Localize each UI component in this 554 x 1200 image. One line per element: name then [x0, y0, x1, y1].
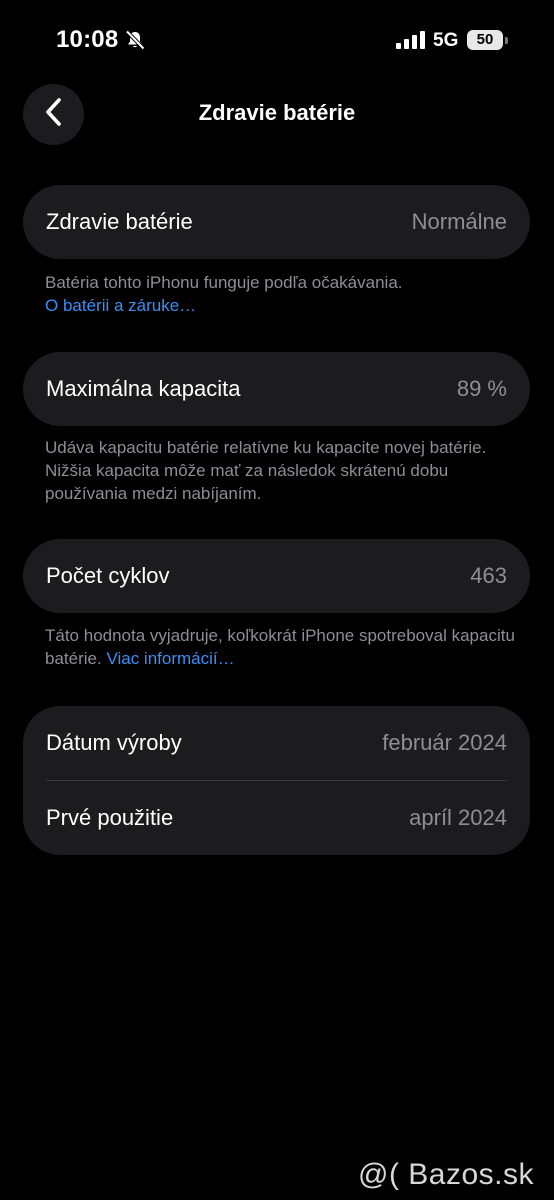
signal-icon: [396, 31, 426, 49]
battery-health-label: Zdravie batérie: [46, 209, 193, 234]
max-capacity-value: 89 %: [456, 376, 507, 401]
watermark: @( Bazos.sk: [358, 1158, 534, 1191]
more-info-link[interactable]: Viac informácií…: [106, 649, 234, 668]
network-type: 5G: [433, 30, 459, 51]
page-title: Zdravie batérie: [198, 100, 356, 125]
max-capacity-row: Maximálna kapacita 89 %: [23, 352, 530, 426]
battery-health-row: Zdravie batérie Normálne: [23, 185, 530, 259]
status-bar: 10:08 5G 50: [0, 0, 554, 84]
battery-health-note: Batéria tohto iPhonu funguje podľa očaká…: [45, 271, 515, 317]
battery-warranty-link[interactable]: O batérii a záruke…: [45, 296, 196, 315]
manufacture-date-row: Dátum výroby február 2024: [23, 706, 530, 780]
battery-nub: [505, 37, 508, 44]
battery-health-note-text: Batéria tohto iPhonu funguje podľa očaká…: [45, 273, 403, 292]
first-use-row: Prvé použitie apríl 2024: [23, 781, 530, 855]
first-use-value: apríl 2024: [409, 805, 507, 830]
cycle-count-note: Táto hodnota vyjadruje, koľkokrát iPhone…: [45, 624, 515, 670]
cycle-count-label: Počet cyklov: [46, 563, 170, 588]
max-capacity-label: Maximálna kapacita: [46, 376, 241, 401]
status-time: 10:08: [56, 26, 119, 53]
max-capacity-note: Udáva kapacitu batérie relatívne ku kapa…: [45, 438, 487, 503]
dates-card: Dátum výroby február 2024 Prvé použitie …: [23, 706, 530, 855]
battery-health-card: Zdravie batérie Normálne: [23, 185, 530, 259]
manufacture-date-label: Dátum výroby: [46, 730, 182, 755]
max-capacity-card: Maximálna kapacita 89 %: [23, 352, 530, 426]
first-use-label: Prvé použitie: [46, 805, 174, 830]
battery-icon: 50: [467, 30, 503, 50]
battery-health-value: Normálne: [411, 209, 507, 234]
cycle-count-row: Počet cyklov 463: [23, 539, 530, 613]
manufacture-date-value: február 2024: [382, 730, 507, 755]
cycle-count-value: 463: [470, 563, 507, 588]
cycle-count-card: Počet cyklov 463: [23, 539, 530, 613]
bell-slash-icon: [124, 29, 146, 51]
